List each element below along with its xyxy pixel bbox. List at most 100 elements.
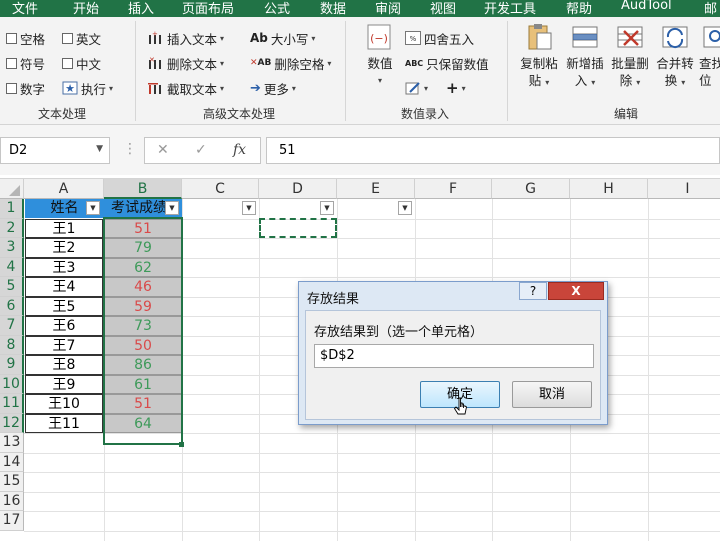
cell-name[interactable]: 王10 — [25, 394, 103, 414]
plus-dropdown[interactable]: + ▾ — [446, 79, 466, 97]
gridline — [24, 511, 720, 512]
value-tool-dropdown[interactable]: ▾ — [405, 79, 428, 97]
checkbox-chinese[interactable]: 中文 — [62, 54, 101, 72]
grip-icon: ⋮ — [123, 141, 137, 157]
cell-name[interactable]: 王2 — [25, 238, 103, 258]
cancel-icon[interactable]: ✕ — [157, 142, 169, 158]
row-header[interactable]: 9 — [0, 355, 24, 375]
filter-dropdown-b[interactable]: ▼ — [165, 201, 179, 215]
row-header[interactable]: 3 — [0, 238, 24, 258]
row-header[interactable]: 1 — [0, 199, 24, 219]
more-button[interactable]: ➔ 更多 ▾ — [250, 79, 296, 97]
menu-developer[interactable]: 开发工具 — [484, 0, 536, 17]
value-button[interactable]: (−) 数值 ▾ — [360, 23, 400, 89]
row-header[interactable]: 11 — [0, 394, 24, 414]
menu-mail[interactable]: 邮 — [704, 0, 717, 17]
menu-file[interactable]: 文件 — [12, 0, 38, 17]
name-box[interactable]: D2 ▼ — [0, 137, 110, 164]
checkbox-space[interactable]: 空格 — [6, 29, 45, 47]
column-header-g[interactable]: G — [492, 179, 570, 199]
checkbox-english[interactable]: 英文 — [62, 29, 101, 47]
menu-formulas[interactable]: 公式 — [264, 0, 290, 17]
menu-help[interactable]: 帮助 — [566, 0, 592, 17]
cell-name[interactable]: 王6 — [25, 316, 103, 336]
menu-page-layout[interactable]: 页面布局 — [182, 0, 234, 17]
column-header-i[interactable]: I — [648, 179, 720, 199]
header-name: 姓名 — [50, 200, 79, 216]
menu-home[interactable]: 开始 — [73, 0, 99, 17]
column-header-e[interactable]: E — [337, 179, 415, 199]
chevron-down-icon[interactable]: ▼ — [96, 144, 103, 154]
enter-icon[interactable]: ✓ — [195, 142, 207, 158]
menu-review[interactable]: 审阅 — [375, 0, 401, 17]
cell-name[interactable]: 王11 — [25, 413, 103, 433]
formula-input[interactable]: 51 — [266, 137, 720, 164]
copy-paste-button[interactable]: 复制粘 贴 ▾ — [517, 23, 561, 91]
menu-insert[interactable]: 插入 — [128, 0, 154, 17]
checkbox-number-label: 数字 — [20, 81, 46, 97]
insert-rows-icon — [570, 23, 600, 51]
column-header-b[interactable]: B — [104, 179, 182, 199]
cell-name[interactable]: 王8 — [25, 355, 103, 375]
fill-handle[interactable] — [179, 442, 184, 447]
delete-space-button[interactable]: ✕AB 删除空格 ▾ — [250, 54, 331, 72]
insert-new-button[interactable]: 新增插 入 ▾ — [563, 23, 607, 91]
row-header[interactable]: 13 — [0, 433, 24, 453]
round-button[interactable]: % 四舍五入 — [405, 29, 474, 47]
find-label-2: 位 — [699, 73, 712, 88]
menu-audtool[interactable]: AudTool — [621, 0, 672, 13]
row-header[interactable]: 8 — [0, 335, 24, 355]
checkbox-chinese-label: 中文 — [76, 56, 102, 72]
merge-convert-button[interactable]: 合并转 换 ▾ — [653, 23, 697, 91]
row-header[interactable]: 5 — [0, 277, 24, 297]
chevron-down-icon: ▾ — [681, 78, 686, 87]
execute-button[interactable]: ★ 执行 ▾ — [62, 79, 113, 97]
extract-text-button[interactable]: 截取文本 ▾ — [148, 79, 224, 97]
divider — [507, 21, 508, 121]
column-header-a[interactable]: A — [24, 179, 104, 199]
case-button[interactable]: Ab 大小写 ▾ — [250, 29, 315, 47]
row-header[interactable]: 4 — [0, 257, 24, 277]
row-header[interactable]: 17 — [0, 511, 24, 531]
checkbox-number[interactable]: 数字 — [6, 79, 45, 97]
cell-name[interactable]: 王9 — [25, 374, 103, 394]
batch-delete-button[interactable]: 批量删 除 ▾ — [608, 23, 652, 91]
cancel-button[interactable]: 取消 — [512, 381, 592, 408]
close-button[interactable]: X — [548, 282, 604, 300]
keep-value-label: 只保留数值 — [426, 56, 489, 72]
column-header-h[interactable]: H — [570, 179, 648, 199]
row-header[interactable]: 15 — [0, 472, 24, 492]
row-header[interactable]: 14 — [0, 452, 24, 472]
checkbox-symbol[interactable]: 符号 — [6, 54, 45, 72]
column-header-d[interactable]: D — [259, 179, 337, 199]
filter-dropdown-a[interactable]: ▼ — [86, 201, 100, 215]
row-header[interactable]: 7 — [0, 316, 24, 336]
more-label: 更多 — [263, 81, 289, 97]
column-header-c[interactable]: C — [182, 179, 259, 199]
delete-text-button[interactable]: ✕ 删除文本 ▾ — [148, 54, 224, 72]
cell-name[interactable]: 王4 — [25, 277, 103, 297]
cell-name[interactable]: 王5 — [25, 296, 103, 316]
row-header[interactable]: 12 — [0, 413, 24, 433]
help-button[interactable]: ? — [519, 282, 547, 300]
column-header-f[interactable]: F — [415, 179, 492, 199]
filter-dropdown-e[interactable]: ▼ — [398, 201, 412, 215]
cell-name[interactable]: 王7 — [25, 335, 103, 355]
svg-text:+: + — [152, 31, 158, 38]
filter-dropdown-d[interactable]: ▼ — [320, 201, 334, 215]
fx-icon[interactable]: fx — [233, 142, 246, 158]
row-header[interactable]: 16 — [0, 491, 24, 511]
menu-view[interactable]: 视图 — [430, 0, 456, 17]
select-all-corner[interactable] — [0, 179, 24, 199]
row-header[interactable]: 2 — [0, 218, 24, 238]
insert-text-button[interactable]: + 插入文本 ▾ — [148, 29, 224, 47]
cell-name[interactable]: 王1 — [25, 218, 103, 238]
filter-dropdown-c[interactable]: ▼ — [242, 201, 256, 215]
target-cell-input[interactable]: $D$2 — [314, 344, 594, 368]
row-header[interactable]: 10 — [0, 374, 24, 394]
find-locate-button[interactable]: 查找 位 — [699, 23, 720, 89]
menu-data[interactable]: 数据 — [320, 0, 346, 17]
row-header[interactable]: 6 — [0, 296, 24, 316]
cell-name[interactable]: 王3 — [25, 257, 103, 277]
keep-value-button[interactable]: ABC 只保留数值 — [405, 54, 489, 72]
